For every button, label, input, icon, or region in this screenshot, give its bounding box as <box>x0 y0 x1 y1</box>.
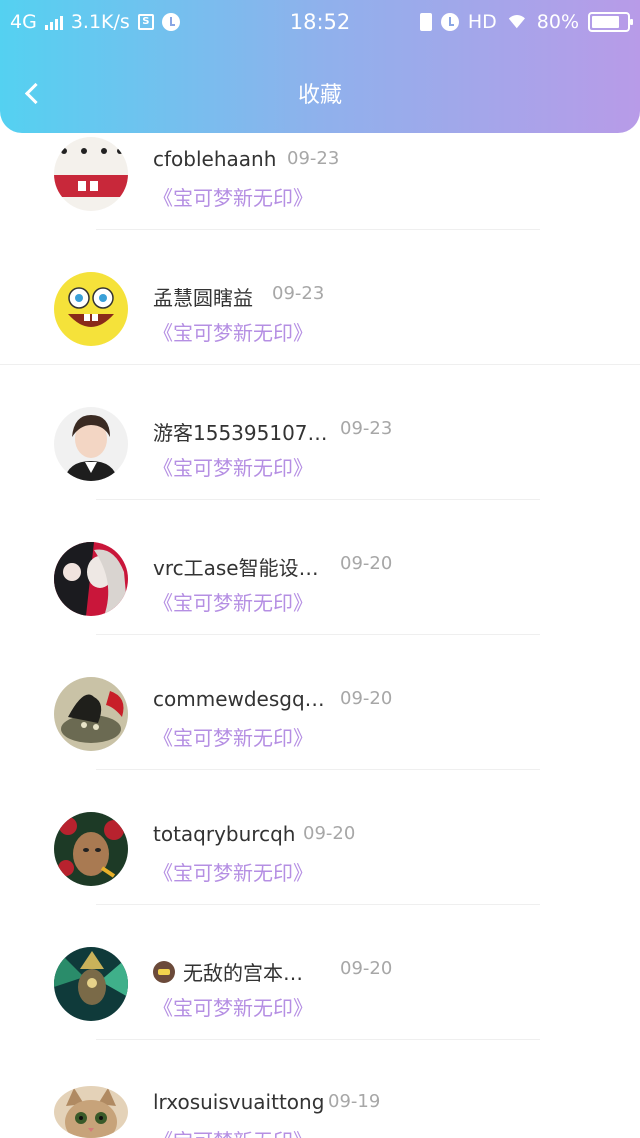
date: 09-23 <box>340 418 393 439</box>
user-name: totaqryburcqh <box>153 822 296 846</box>
power-save-icon <box>419 13 432 31</box>
avatar[interactable] <box>54 542 128 616</box>
book-title[interactable]: 《宝可梦新无印》 <box>153 182 313 211</box>
avatar[interactable] <box>54 137 128 211</box>
date: 09-20 <box>303 823 356 844</box>
list-item[interactable]: 游客155395107… 09-23 《宝可梦新无印》 <box>0 365 640 500</box>
battery-fill <box>592 16 620 28</box>
book-title[interactable]: 《宝可梦新无印》 <box>153 857 313 886</box>
book-title[interactable]: 《宝可梦新无印》 <box>153 587 313 616</box>
hd-label: HD <box>467 11 497 33</box>
date: 09-23 <box>287 148 340 169</box>
book-title[interactable]: 《宝可梦新无印》 <box>153 1125 313 1138</box>
avatar[interactable] <box>54 947 128 1021</box>
monster-emoji-icon <box>153 961 175 983</box>
date: 09-23 <box>272 283 325 304</box>
user-name: commewdesgq… <box>153 687 325 711</box>
date: 09-20 <box>340 688 393 709</box>
app-header: 4G 3.1K/s S 18:52 HD 80% 收藏 <box>0 0 640 133</box>
alarm-icon <box>440 13 459 31</box>
user-name: 游客155395107… <box>153 421 328 445</box>
avatar[interactable] <box>54 407 128 481</box>
list-item[interactable]: lrxosuisvuaittong 09-19 《宝可梦新无印》 <box>0 1040 640 1138</box>
book-title[interactable]: 《宝可梦新无印》 <box>153 452 313 481</box>
battery-icon <box>588 12 633 32</box>
list-item[interactable]: vrc工ase智能设… 09-20 《宝可梦新无印》 <box>0 500 640 635</box>
avatar[interactable] <box>54 272 128 346</box>
avatar[interactable] <box>54 677 128 751</box>
list-item[interactable]: totaqryburcqh 09-20 《宝可梦新无印》 <box>0 770 640 905</box>
page-title: 收藏 <box>297 83 342 108</box>
list-item[interactable]: 无敌的宫本… 09-20 《宝可梦新无印》 <box>0 905 640 1040</box>
avatar[interactable] <box>54 1086 128 1138</box>
user-name: lrxosuisvuaittong <box>153 1090 325 1114</box>
user-name: cfoblehaanh <box>153 147 277 171</box>
status-bar: 4G 3.1K/s S 18:52 HD 80% <box>0 0 640 44</box>
date: 09-20 <box>340 553 393 574</box>
user-name: 孟慧圆瞎益 <box>153 286 253 310</box>
list-item[interactable]: 孟慧圆瞎益 09-23 《宝可梦新无印》 <box>0 230 640 365</box>
user-name-text: 无敌的宫本… <box>183 961 303 985</box>
date: 09-20 <box>340 958 393 979</box>
status-right: HD 80% <box>419 10 633 34</box>
battery-percent: 80% <box>536 11 579 33</box>
book-title[interactable]: 《宝可梦新无印》 <box>153 992 313 1021</box>
wifi-icon <box>506 15 528 29</box>
avatar[interactable] <box>54 812 128 886</box>
user-name: 无敌的宫本… <box>153 957 303 986</box>
book-title[interactable]: 《宝可梦新无印》 <box>153 317 313 346</box>
user-name: vrc工ase智能设… <box>153 556 319 580</box>
date: 09-19 <box>328 1091 381 1112</box>
list-item[interactable]: commewdesgq… 09-20 《宝可梦新无印》 <box>0 635 640 770</box>
book-title[interactable]: 《宝可梦新无印》 <box>153 722 313 751</box>
